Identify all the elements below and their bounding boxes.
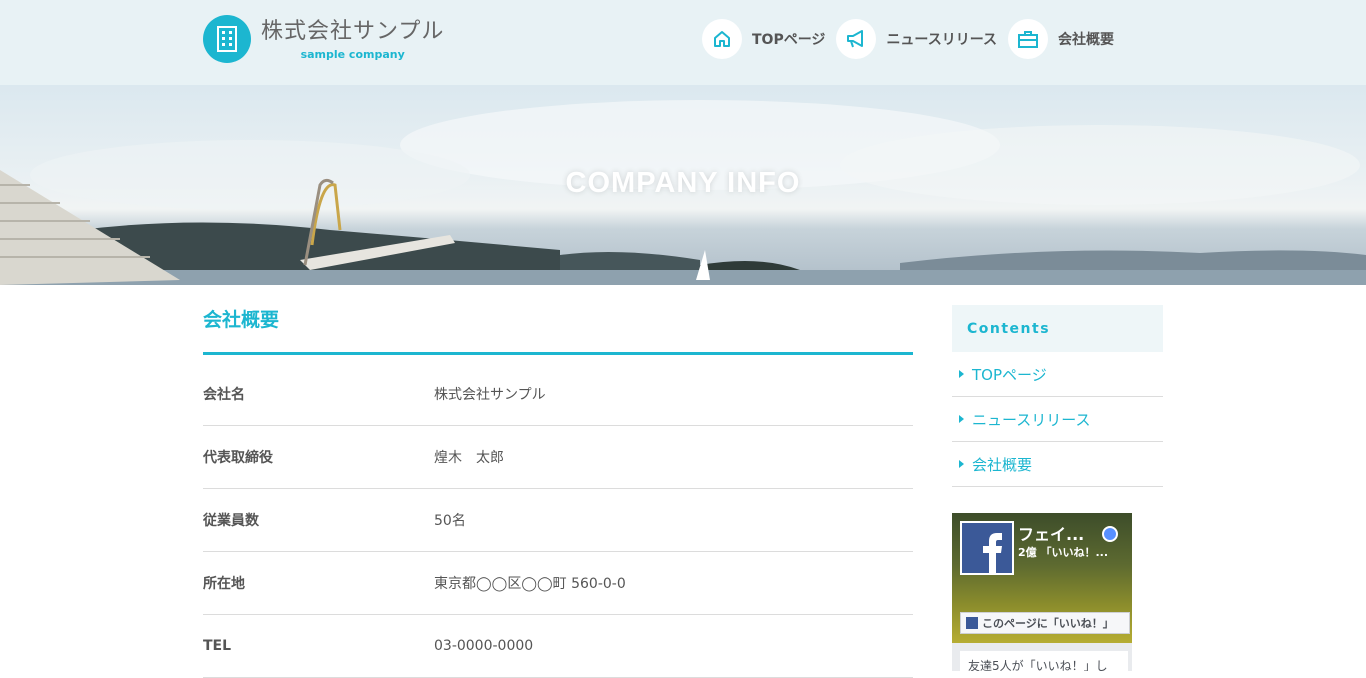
table-row: 所在地 東京都◯◯区◯◯町 560-0-0 — [203, 552, 913, 615]
facebook-page-name[interactable]: フェイ... — [1018, 521, 1084, 545]
table-row: 代表取締役 煌木 太郎 — [203, 426, 913, 489]
building-icon — [203, 15, 251, 63]
facebook-friends-text: 友達5人が「いいね！」し — [960, 651, 1128, 671]
sidebar-item-top[interactable]: TOPページ — [952, 352, 1163, 397]
caret-right-icon — [959, 370, 964, 378]
home-icon — [702, 19, 742, 59]
main-content: 会社概要 会社名 株式会社サンプル 代表取締役 煌木 太郎 従業員数 50名 所… — [203, 285, 913, 678]
facebook-like-button[interactable]: このページに「いいね！」 — [960, 612, 1130, 634]
facebook-logo-icon[interactable] — [960, 521, 1014, 575]
nav-label: ニュースリリース — [886, 32, 998, 48]
hero-title: COMPANY INFO — [565, 167, 801, 199]
caret-right-icon — [959, 415, 964, 423]
nav-item-top[interactable]: TOPページ — [702, 19, 825, 59]
hero-banner: COMPANY INFO — [0, 85, 1366, 285]
row-label: 会社名 — [203, 387, 245, 403]
row-value: 煌木 太郎 — [434, 450, 504, 466]
row-label: 代表取締役 — [203, 450, 273, 466]
sidebar: Contents TOPページ ニュースリリース 会社概要 — [952, 305, 1163, 487]
nav-item-news[interactable]: ニュースリリース — [836, 19, 997, 59]
page-title: 会社概要 — [203, 305, 913, 355]
sidebar-item-news[interactable]: ニュースリリース — [952, 397, 1163, 442]
nav-label: TOPページ — [752, 32, 826, 48]
sidebar-heading: Contents — [952, 305, 1163, 352]
global-nav: TOPページ ニュースリリース 会社概要 — [702, 19, 1125, 59]
row-label: 従業員数 — [203, 513, 259, 529]
caret-right-icon — [959, 460, 964, 468]
facebook-mini-icon — [966, 617, 978, 629]
sidebar-item-label: ニュースリリース — [972, 410, 1091, 429]
row-value: 03-0000-0000 — [434, 638, 534, 654]
logo-subtitle: sample company — [300, 47, 405, 61]
megaphone-icon — [836, 19, 877, 59]
sidebar-item-company[interactable]: 会社概要 — [952, 442, 1163, 487]
verified-badge-icon — [1102, 526, 1118, 542]
logo-name: 株式会社サンプル — [261, 18, 445, 44]
nav-label: 会社概要 — [1058, 32, 1115, 48]
like-button-label: このページに「いいね！」 — [982, 617, 1114, 630]
row-label: 所在地 — [203, 576, 245, 592]
sidebar-item-label: TOPページ — [972, 365, 1047, 384]
row-value: 株式会社サンプル — [434, 387, 546, 403]
row-label: TEL — [203, 638, 232, 654]
table-row: TEL 03-0000-0000 — [203, 615, 913, 678]
site-logo[interactable]: 株式会社サンプル sample company — [203, 15, 444, 63]
site-header: 株式会社サンプル sample company TOPページ ニュースリリース — [0, 0, 1366, 85]
row-value: 50名 — [434, 513, 466, 529]
row-value: 東京都◯◯区◯◯町 560-0-0 — [434, 576, 626, 592]
table-row: 従業員数 50名 — [203, 489, 913, 552]
facebook-page-plugin: フェイ... 2億 「いいね！... このページに「いいね！」 友達5人が「いい… — [952, 513, 1132, 671]
sidebar-item-label: 会社概要 — [972, 455, 1033, 474]
briefcase-icon — [1008, 19, 1049, 59]
table-row: 会社名 株式会社サンプル — [203, 363, 913, 426]
company-info-table: 会社名 株式会社サンプル 代表取締役 煌木 太郎 従業員数 50名 所在地 東京… — [203, 363, 913, 678]
nav-item-company[interactable]: 会社概要 — [1008, 19, 1114, 59]
facebook-like-count: 2億 「いいね！... — [1018, 546, 1109, 559]
